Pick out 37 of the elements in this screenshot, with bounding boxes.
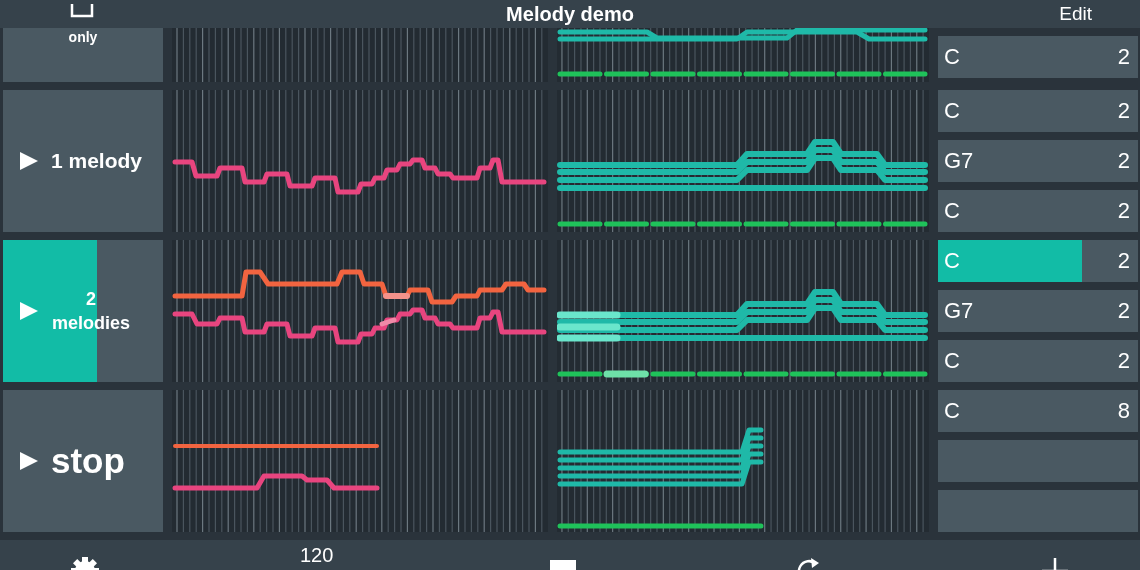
- beat-count: 2: [1117, 44, 1130, 70]
- beat-count: 2: [1117, 348, 1130, 374]
- beat-count: 2: [1117, 98, 1130, 124]
- section-label: 2 melodies: [51, 288, 131, 335]
- tempo-value[interactable]: 120: [300, 544, 334, 566]
- beat-count: 8: [1117, 398, 1130, 424]
- chord-item[interactable]: C 2: [938, 36, 1138, 78]
- beat-count: 2: [1117, 298, 1130, 324]
- chord-item[interactable]: C 8: [938, 390, 1138, 432]
- section-label: only: [68, 29, 98, 45]
- edit-button[interactable]: Edit: [1059, 3, 1092, 25]
- chord-name: C: [944, 398, 960, 424]
- play-panel[interactable]: stop: [3, 390, 163, 532]
- chord-name: C: [944, 98, 960, 124]
- section-label: 1 melody: [51, 149, 143, 173]
- chord-item[interactable]: C 2: [938, 240, 1138, 282]
- chord-name: G7: [944, 298, 974, 324]
- play-icon: [19, 301, 39, 321]
- beat-count: 2: [1117, 198, 1130, 224]
- beat-count: 2: [1117, 248, 1130, 274]
- play-icon: [19, 451, 39, 471]
- chord-item[interactable]: C 2: [938, 90, 1138, 132]
- section-label: stop: [51, 441, 125, 481]
- chord-name: C: [944, 44, 960, 70]
- play-panel[interactable]: 1 melody: [3, 90, 163, 232]
- window-title: Melody demo: [506, 3, 634, 25]
- chord-item[interactable]: C 2: [938, 340, 1138, 382]
- chord-item[interactable]: C 2: [938, 190, 1138, 232]
- chord-name: G7: [944, 148, 974, 174]
- chord-name: C: [944, 198, 960, 224]
- chord-name: C: [944, 348, 960, 374]
- play-icon: [19, 151, 39, 171]
- chord-item[interactable]: G7 2: [938, 290, 1138, 332]
- beat-count: 2: [1117, 148, 1130, 174]
- chord-item[interactable]: G7 2: [938, 140, 1138, 182]
- play-panel[interactable]: only: [3, 28, 163, 82]
- chord-name: C: [944, 248, 960, 274]
